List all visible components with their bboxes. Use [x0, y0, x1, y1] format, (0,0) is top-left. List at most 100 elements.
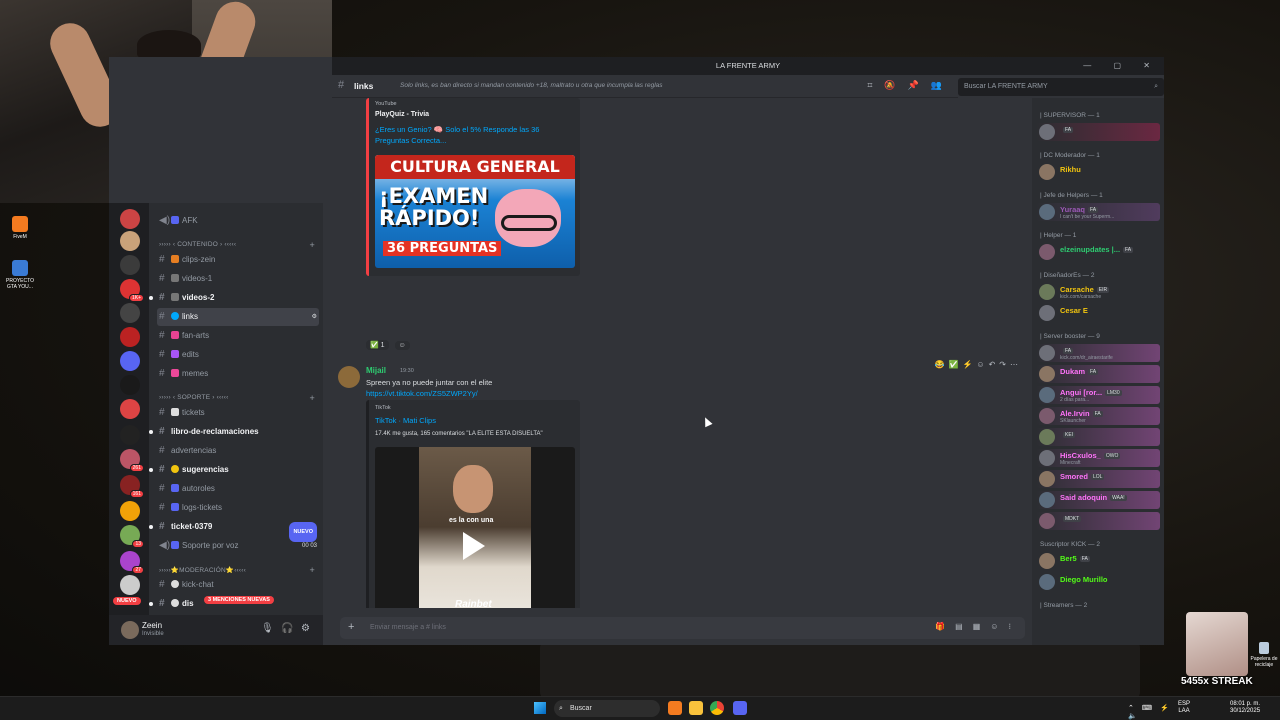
chrome-icon[interactable]: [710, 701, 724, 715]
channel-topic[interactable]: Solo links, es ban directo si mandan con…: [400, 82, 663, 89]
add-reaction-icon[interactable]: ☺: [394, 341, 410, 350]
message-link[interactable]: https://vt.tiktok.com/ZS5ZWP2Yy/: [366, 389, 478, 398]
channel-tickets[interactable]: # tickets: [157, 404, 319, 422]
message-hover-toolbar[interactable]: 😂✅⚡☺↶↷⋯: [935, 360, 1022, 369]
channel-ticket-0379[interactable]: # ticket-0379 NUEVO: [149, 518, 319, 542]
member-name: Smored LOL: [1060, 472, 1105, 481]
member-item[interactable]: Yuraaq FA I can't be your Superm...: [1036, 203, 1160, 221]
server-icon[interactable]: [120, 425, 140, 445]
tray-icons[interactable]: ⌃⌨⚡🔈: [1128, 704, 1177, 720]
window-controls[interactable]: — ▢ ✕: [1083, 57, 1160, 75]
channel-autoroles[interactable]: # autoroles: [157, 480, 319, 498]
server-icon[interactable]: [120, 303, 140, 323]
gear-icon[interactable]: ⚙: [301, 623, 310, 634]
member-name-text: Carsache: [1060, 285, 1094, 294]
search-input[interactable]: Buscar LA FRENTE ARMY ⌕: [958, 78, 1164, 96]
member-item[interactable]: Rikhu: [1036, 163, 1160, 181]
add-channel-icon[interactable]: +: [310, 393, 315, 403]
member-item[interactable]: Dukam FA: [1036, 365, 1160, 383]
channel-edits[interactable]: # edits: [157, 346, 319, 364]
member-item[interactable]: MDKT: [1036, 512, 1160, 530]
embed-author[interactable]: PlayQuiz - Trivia: [375, 111, 429, 118]
desktop-icon-proyecto[interactable]: PROYECTO GTA YOU...: [2, 260, 38, 290]
channel-links[interactable]: # links ⚙: [157, 308, 319, 326]
server-icon[interactable]: 261: [120, 449, 144, 472]
channel-advertencias[interactable]: # advertencias: [157, 442, 319, 460]
taskbar-search[interactable]: ⌕ Buscar: [554, 700, 660, 717]
server-icon[interactable]: [120, 501, 140, 521]
microphone-icon[interactable]: 🎙: [261, 623, 274, 634]
channel-logs-tickets[interactable]: # logs-tickets: [157, 499, 319, 517]
video-player[interactable]: es la con una Rainbet: [375, 447, 575, 608]
channel-emoji: [171, 503, 179, 511]
plus-icon[interactable]: +: [348, 621, 354, 633]
headphones-icon[interactable]: 🎧: [281, 623, 293, 634]
message-composer[interactable]: + Enviar mensaje a # links 🎁▤▦☺⁝: [340, 617, 1025, 639]
channel-settings-icon[interactable]: ⚙: [312, 308, 317, 326]
member-item[interactable]: FA: [1036, 123, 1160, 141]
clock[interactable]: 08:01 p. m. 30/12/2025: [1230, 701, 1260, 715]
discord-icon[interactable]: [733, 701, 747, 715]
server-icon[interactable]: [120, 231, 140, 251]
member-item[interactable]: Ale.Irvin FA SKlauncher: [1036, 407, 1160, 425]
add-channel-icon[interactable]: +: [310, 240, 315, 250]
server-icon[interactable]: 161: [120, 475, 144, 498]
server-icon[interactable]: 27: [120, 551, 144, 574]
voice-channel-afk[interactable]: ◀) AFK: [157, 212, 319, 230]
category-label: ››››› ‹ CONTENIDO › ‹‹‹‹‹: [159, 241, 237, 248]
category-soporte[interactable]: ››››› ‹ SOPORTE › ‹‹‹‹‹ +: [159, 393, 319, 403]
avatar[interactable]: [121, 621, 139, 639]
member-item[interactable]: Angui [ror... LM30 2 días para...: [1036, 386, 1160, 404]
member-item[interactable]: elzeinupdates |... FA: [1036, 243, 1160, 261]
add-channel-icon[interactable]: +: [310, 565, 315, 575]
server-icon[interactable]: [120, 351, 140, 371]
server-icon[interactable]: 13: [120, 525, 144, 548]
channel-memes[interactable]: # memes: [157, 365, 319, 383]
server-icon[interactable]: [120, 327, 140, 347]
member-item[interactable]: KEI: [1036, 428, 1160, 446]
fivem-taskbar-icon[interactable]: [668, 701, 682, 715]
reaction-checkmark[interactable]: ✅ 1: [366, 340, 389, 350]
channel-sugerencias[interactable]: # sugerencias: [149, 461, 319, 479]
channel-videos-2[interactable]: # videos-2: [149, 289, 319, 307]
server-icon[interactable]: [120, 575, 140, 595]
channel-clips-zein[interactable]: # clips-zein: [157, 251, 319, 269]
folder-icon[interactable]: [689, 701, 703, 715]
member-item[interactable]: Cesar E: [1036, 304, 1160, 322]
avatar[interactable]: [338, 366, 360, 388]
member-name-text: Cesar E: [1060, 306, 1088, 315]
channel-videos-1[interactable]: # videos-1: [157, 270, 319, 288]
desktop-icon-label: Papelera de reciclaje: [1250, 656, 1278, 668]
channel-libro-de-reclamaciones[interactable]: # libro-de-reclamaciones: [149, 423, 319, 441]
server-icon[interactable]: [120, 375, 140, 395]
message-author[interactable]: Mijail: [366, 366, 386, 375]
new-mentions-pill[interactable]: 3 MENCIONES NUEVAS: [204, 596, 274, 604]
member-item[interactable]: Ber5 FA: [1036, 552, 1160, 570]
embed-title[interactable]: ¿Eres un Genio? 🧠 Solo el 5% Responde la…: [375, 124, 555, 146]
desktop-icon-recycle-bin[interactable]: Papelera de reciclaje: [1248, 642, 1280, 668]
member-item[interactable]: Carsache EIR kick.com/carsache: [1036, 283, 1160, 301]
server-icon[interactable]: [120, 255, 140, 275]
server-icon[interactable]: 1K+: [120, 279, 144, 302]
channel-fan-arts[interactable]: # fan-arts: [157, 327, 319, 345]
play-icon[interactable]: [463, 532, 485, 560]
desktop-icon-fivem[interactable]: FiveM: [2, 216, 38, 240]
streak-counter: 5455x STREAK: [1181, 676, 1253, 687]
voice-channel-soporte[interactable]: ◀) Soporte por voz 00 03: [157, 537, 319, 555]
category-moderacion[interactable]: ›››››⭐MODERACIÓN⭐‹‹‹‹‹ +: [159, 565, 319, 575]
header-toolbar[interactable]: ⌗🔕📌👥: [867, 80, 954, 91]
embed-title[interactable]: TikTok · Mati Clips: [375, 416, 436, 425]
member-item[interactable]: Said adoquin WAA!: [1036, 491, 1160, 509]
server-icon[interactable]: [120, 209, 140, 229]
member-item[interactable]: Smored LOL: [1036, 470, 1160, 488]
member-item[interactable]: HisCxulos_ OWO Minecraft: [1036, 449, 1160, 467]
member-item[interactable]: Diego Murillo: [1036, 573, 1160, 591]
server-icon[interactable]: [120, 399, 140, 419]
composer-toolbar[interactable]: 🎁▤▦☺⁝: [935, 622, 1021, 631]
category-contenido[interactable]: ››››› ‹ CONTENIDO › ‹‹‹‹‹ +: [159, 240, 319, 250]
language-indicator[interactable]: ESP LAA: [1178, 701, 1190, 715]
windows-start-icon[interactable]: [534, 702, 546, 714]
member-item[interactable]: FA kick.com/dr_airaestarife: [1036, 344, 1160, 362]
video-thumbnail[interactable]: CULTURA GENERAL ¡EXAMEN RÁPIDO! 36 PREGU…: [375, 155, 575, 268]
channel-kick-chat[interactable]: # kick-chat: [157, 576, 319, 594]
